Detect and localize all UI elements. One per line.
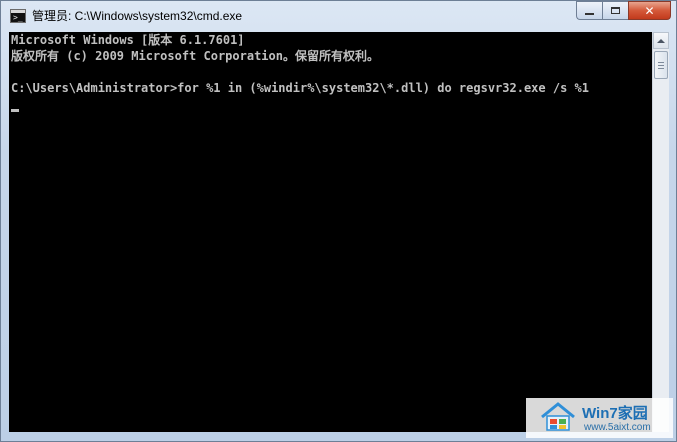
- console-output[interactable]: Microsoft Windows [版本 6.1.7601] 版权所有 (c)…: [9, 32, 652, 432]
- close-icon: ✕: [644, 3, 655, 18]
- house-logo-icon: [541, 402, 575, 431]
- vertical-scrollbar[interactable]: [652, 32, 669, 432]
- console-command-line: C:\Users\Administrator>for %1 in (%windi…: [11, 81, 589, 95]
- text-cursor: [11, 109, 19, 112]
- watermark-url: www.5aixt.com: [584, 422, 651, 433]
- maximize-icon: [611, 7, 620, 14]
- console-line: 版权所有 (c) 2009 Microsoft Corporation。保留所有…: [11, 49, 379, 63]
- close-button[interactable]: ✕: [628, 1, 671, 20]
- watermark-title: Win7家园: [582, 405, 648, 422]
- grip-line: [658, 68, 664, 69]
- scroll-thumb[interactable]: [654, 51, 668, 79]
- console-line: Microsoft Windows [版本 6.1.7601]: [11, 33, 245, 47]
- maximize-button[interactable]: [602, 1, 628, 20]
- scroll-up-button[interactable]: [653, 32, 669, 49]
- minimize-button[interactable]: [576, 1, 602, 20]
- watermark: Win7家园 www.5aixt.com: [526, 398, 673, 438]
- minimize-icon: [585, 13, 594, 15]
- cmd-console-icon[interactable]: >_: [10, 9, 26, 23]
- window-title: 管理员: C:\Windows\system32\cmd.exe: [32, 9, 243, 23]
- cmd-window: >_ 管理员: C:\Windows\system32\cmd.exe ✕ Mi…: [0, 0, 677, 442]
- title-bar[interactable]: >_ 管理员: C:\Windows\system32\cmd.exe ✕: [1, 1, 676, 32]
- arrow-up-icon: [657, 38, 665, 43]
- icon-prompt-glyph: >_: [13, 13, 23, 22]
- grip-line: [658, 65, 664, 66]
- caption-buttons: ✕: [576, 1, 671, 21]
- grip-line: [658, 62, 664, 63]
